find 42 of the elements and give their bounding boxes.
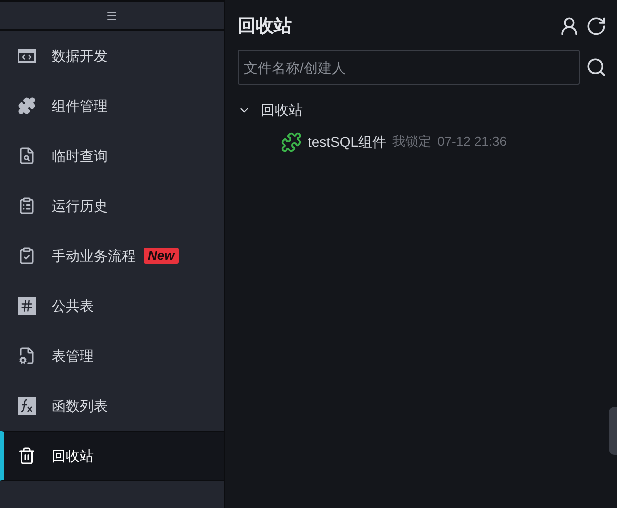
search-field[interactable]: 文件名称/创建人 — [238, 50, 580, 85]
collapse-handle[interactable] — [609, 407, 617, 455]
clipboard-icon — [18, 197, 36, 215]
code-icon — [18, 49, 36, 63]
item-name: testSQL组件 — [308, 132, 387, 152]
puzzle-icon — [281, 132, 302, 152]
sidebar-label: 表管理 — [52, 346, 94, 366]
user-filter-icon[interactable] — [559, 16, 580, 36]
tree-folder[interactable]: 回收站 — [238, 97, 607, 123]
sidebar-item[interactable]: 数据开发 — [0, 31, 224, 81]
refresh-icon[interactable] — [586, 16, 607, 36]
sidebar-item[interactable]: 临时查询 — [0, 131, 224, 181]
sidebar-item[interactable]: 公共表 — [0, 281, 224, 331]
folder-label: 回收站 — [261, 100, 303, 120]
function-icon — [18, 397, 36, 415]
tree-item[interactable]: testSQL组件 我锁定 07-12 21:36 — [238, 129, 607, 155]
clipboard-check-icon — [18, 247, 36, 265]
sidebar-label: 公共表 — [52, 296, 94, 316]
sidebar-item[interactable]: 组件管理 — [0, 81, 224, 131]
sidebar-label: 回收站 — [52, 446, 94, 466]
sidebar-label: 临时查询 — [52, 146, 108, 166]
sidebar-label: 手动业务流程 — [52, 246, 136, 266]
sidebar-label: 运行历史 — [52, 196, 108, 216]
search-icon[interactable] — [586, 57, 607, 78]
panel-title: 回收站 — [238, 14, 292, 38]
puzzle-icon — [18, 97, 36, 115]
hash-icon — [18, 297, 36, 315]
document-gear-icon — [18, 347, 36, 365]
sidebar-item[interactable]: 手动业务流程 New — [0, 231, 224, 281]
sidebar-label: 数据开发 — [52, 46, 108, 66]
menu-icon[interactable] — [106, 10, 118, 22]
document-search-icon — [18, 147, 36, 165]
new-tag: New — [144, 248, 179, 264]
lock-status: 我锁定 — [392, 133, 432, 152]
sidebar-item[interactable]: 函数列表 — [0, 381, 224, 431]
sidebar-item[interactable]: 表管理 — [0, 331, 224, 381]
sidebar-item[interactable]: 运行历史 — [0, 181, 224, 231]
sidebar-label: 组件管理 — [52, 96, 108, 116]
sidebar-label: 函数列表 — [52, 396, 108, 416]
trash-icon — [18, 447, 36, 465]
item-time: 07-12 21:36 — [438, 133, 507, 152]
sidebar-item[interactable]: 回收站 — [0, 431, 224, 481]
